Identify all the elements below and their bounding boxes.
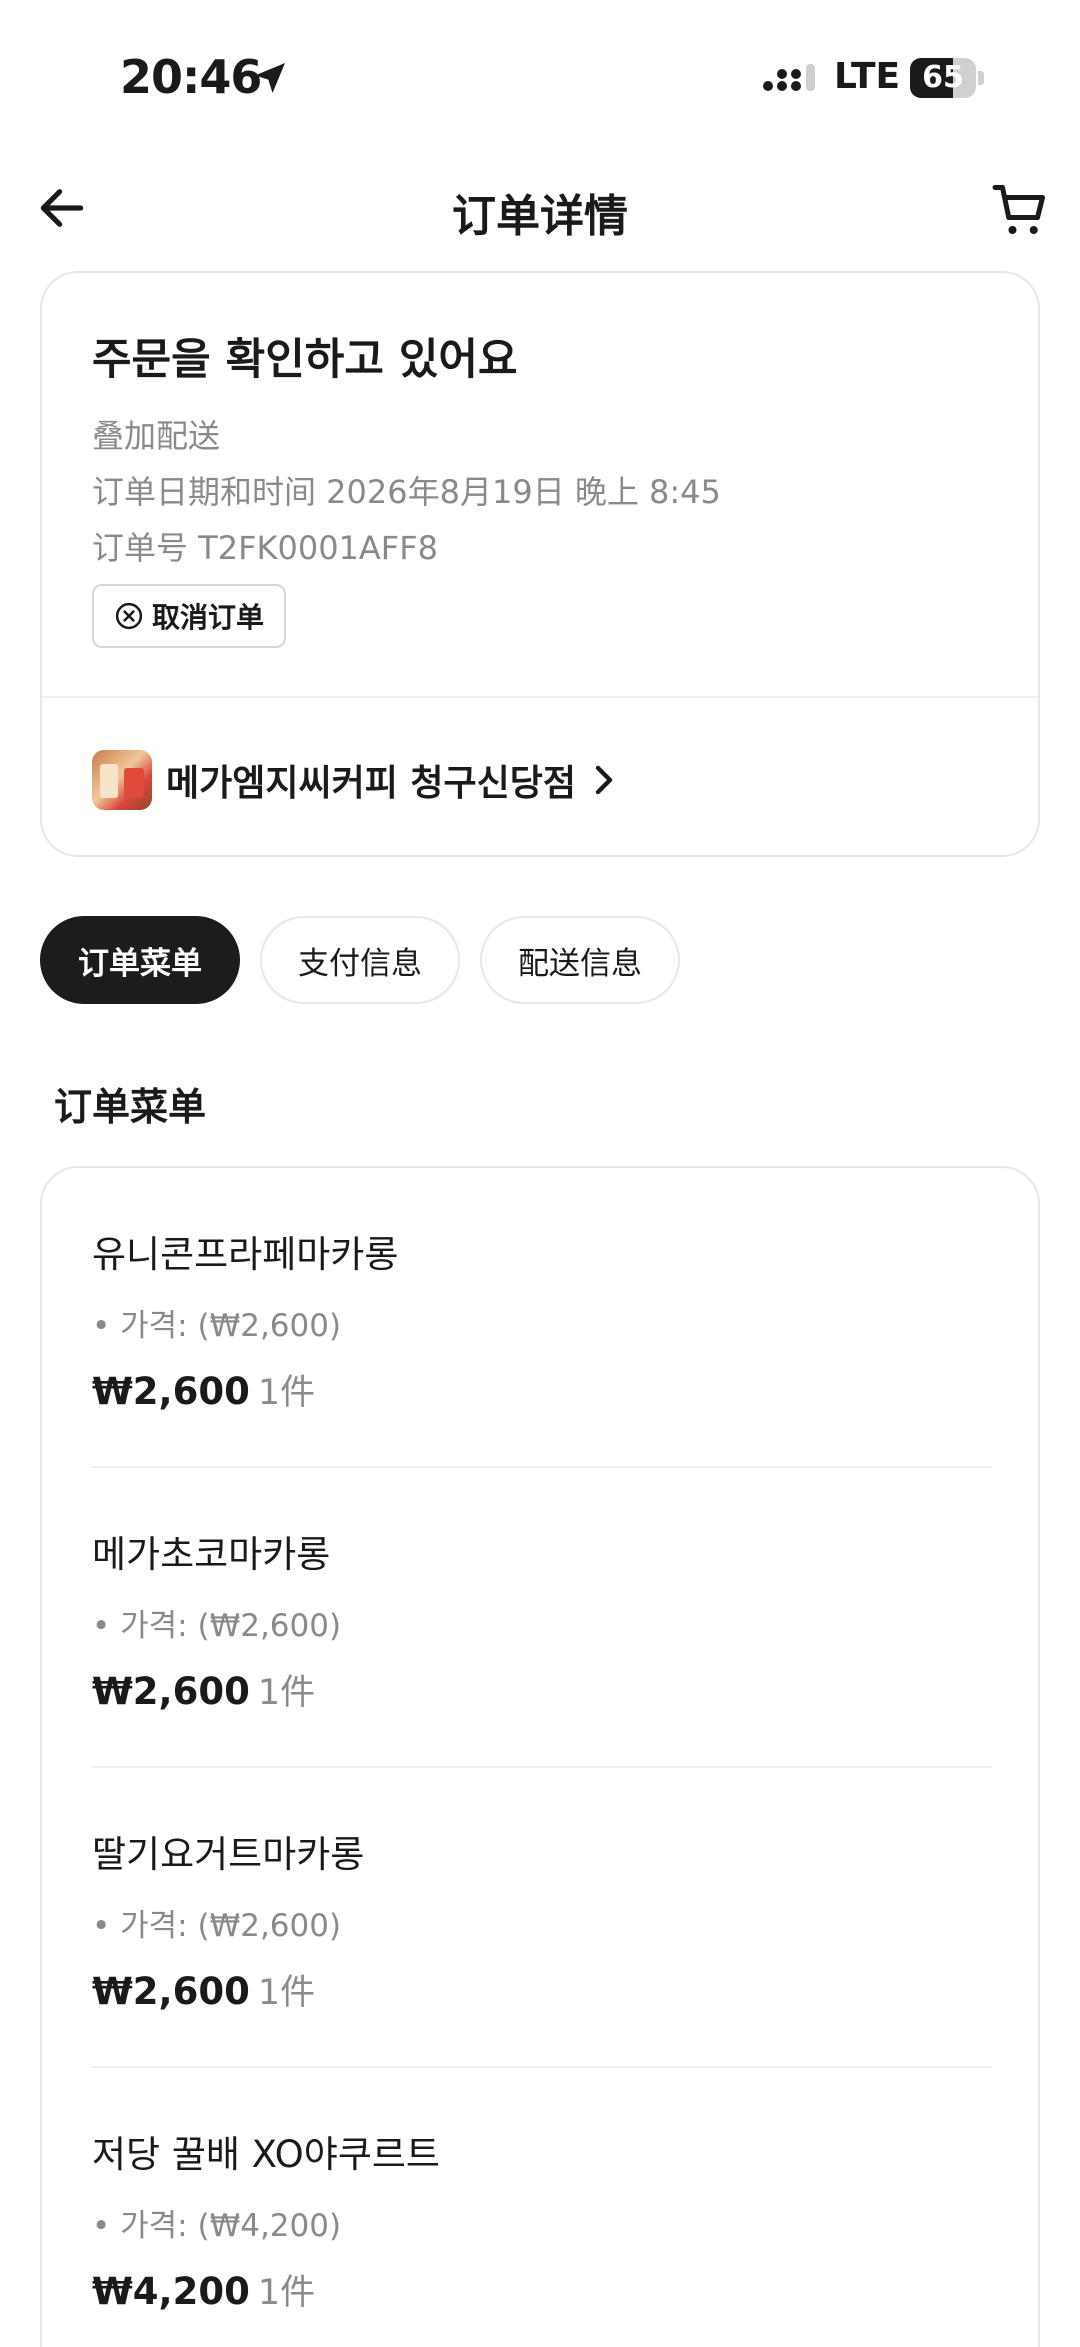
item-quantity: 1件 xyxy=(257,1373,316,1413)
item-price-option: • 가격: (₩2,600) xyxy=(92,1908,342,1944)
menu-item: 메가초코마카롱 • 가격: (₩2,600) ₩2,600 1件 xyxy=(92,1468,992,1768)
item-total-amount: ₩2,600 xyxy=(92,1670,250,1713)
battery-level-text: 65 xyxy=(922,60,964,95)
item-price-option: • 가격: (₩2,600) xyxy=(92,1608,342,1644)
item-price-option: • 가격: (₩2,600) xyxy=(92,1308,342,1344)
item-quantity: 1件 xyxy=(257,1973,316,2013)
item-total-amount: ₩2,600 xyxy=(92,1970,250,2013)
close-circle-icon xyxy=(115,602,143,630)
menu-item: 저당 꿀배 XO야쿠르트 • 가격: (₩4,200) ₩4,200 1件 xyxy=(92,2068,992,2347)
item-name: 딸기요거트마카롱 xyxy=(92,1833,365,1876)
order-status-title: 주문을 확인하고 있어요 xyxy=(92,335,518,385)
status-bar: 20:46 LTE 65 xyxy=(0,0,1080,150)
delivery-type: 叠加配送 xyxy=(92,417,221,455)
item-total: ₩2,600 1件 xyxy=(92,1964,315,2015)
section-title: 订单菜单 xyxy=(54,1085,207,1129)
cancel-order-label: 取消订单 xyxy=(152,601,265,634)
item-name: 메가초코마카롱 xyxy=(92,1533,331,1576)
order-number: 订单号 T2FK0001AFF8 xyxy=(92,529,438,567)
location-arrow-icon xyxy=(255,63,285,93)
page-title: 订单详情 xyxy=(452,191,628,242)
item-price-option: • 가격: (₩4,200) xyxy=(92,2208,342,2244)
menu-list-card: 유니콘프라페마카롱 • 가격: (₩2,600) ₩2,600 1件 메가초코마카… xyxy=(40,1166,1040,2347)
status-time: 20:46 xyxy=(120,50,262,104)
item-total: ₩2,600 1件 xyxy=(92,1364,315,1415)
network-type: LTE xyxy=(834,56,901,97)
header: 订单详情 xyxy=(0,150,1080,280)
item-total: ₩2,600 1件 xyxy=(92,1664,315,1715)
tab-payment-info[interactable]: 支付信息 xyxy=(260,916,460,1004)
store-logo xyxy=(92,750,152,810)
tab-order-menu[interactable]: 订单菜单 xyxy=(40,916,240,1004)
order-datetime: 订单日期和时间 2026年8月19日 晚上 8:45 xyxy=(92,473,721,511)
signal-icon xyxy=(763,64,815,91)
battery-indicator: 65 xyxy=(910,58,984,98)
item-name: 유니콘프라페마카롱 xyxy=(92,1233,399,1276)
cart-icon[interactable] xyxy=(990,180,1050,240)
tab-bar: 订单菜单 支付信息 配送信息 xyxy=(40,916,680,1004)
item-total: ₩4,200 1件 xyxy=(92,2264,315,2315)
cancel-order-button[interactable]: 取消订单 xyxy=(92,584,286,648)
order-status-card: 주문을 확인하고 있어요 叠加配送 订单日期和时间 2026年8月19日 晚上 … xyxy=(40,271,1040,857)
item-total-amount: ₩4,200 xyxy=(92,2270,250,2313)
divider xyxy=(42,696,1038,698)
tab-delivery-info[interactable]: 配送信息 xyxy=(480,916,680,1004)
menu-item: 딸기요거트마카롱 • 가격: (₩2,600) ₩2,600 1件 xyxy=(92,1768,992,2068)
item-quantity: 1件 xyxy=(257,1673,316,1713)
menu-item: 유니콘프라페마카롱 • 가격: (₩2,600) ₩2,600 1件 xyxy=(92,1168,992,1468)
store-link[interactable]: 메가엠지씨커피 청구신당점 xyxy=(92,748,618,812)
item-quantity: 1件 xyxy=(257,2273,316,2313)
item-total-amount: ₩2,600 xyxy=(92,1370,250,1413)
store-name: 메가엠지씨커피 청구신당점 xyxy=(166,763,576,804)
chevron-right-icon xyxy=(595,765,613,795)
item-name: 저당 꿀배 XO야쿠르트 xyxy=(92,2133,440,2176)
